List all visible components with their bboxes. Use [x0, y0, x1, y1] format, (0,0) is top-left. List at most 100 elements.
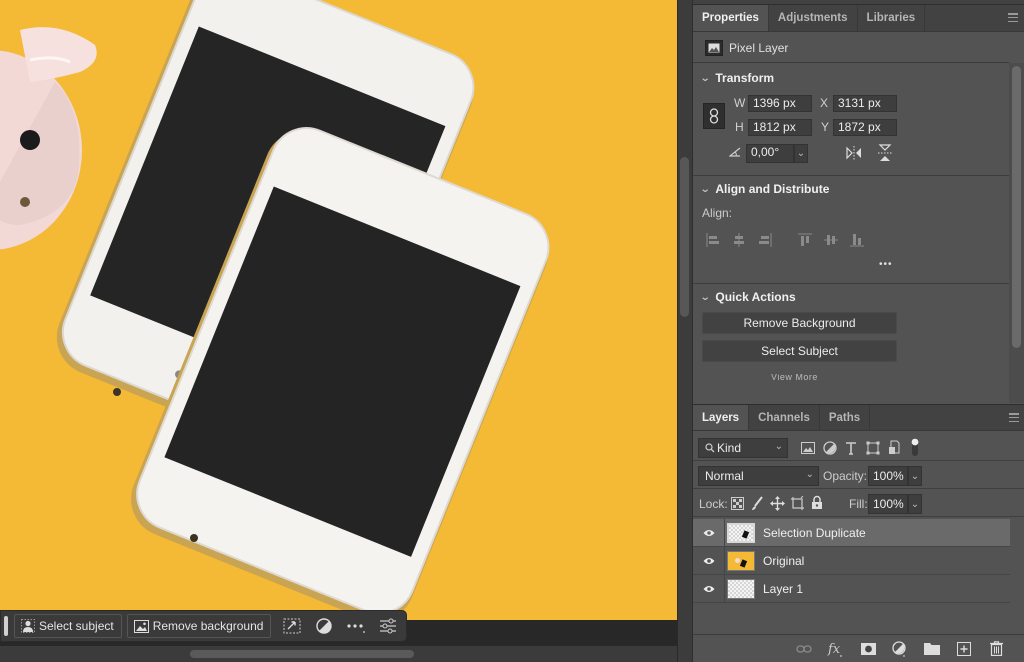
fill-dropdown-button[interactable]: ⌄	[908, 494, 922, 514]
opacity-field[interactable]: 100%	[868, 466, 908, 486]
lock-image-pixels-icon[interactable]	[751, 496, 763, 511]
link-dimensions-button[interactable]	[703, 103, 725, 129]
link-layers-button[interactable]	[795, 640, 813, 658]
adjustment-layer-icon	[892, 640, 906, 657]
more-options-icon	[347, 624, 366, 633]
link-layers-icon	[796, 644, 812, 653]
width-field[interactable]: 1396 px	[748, 95, 812, 112]
transform-selection-icon	[283, 618, 301, 634]
tab-libraries[interactable]: Libraries	[858, 5, 926, 31]
vertical-scrollbar[interactable]	[677, 0, 692, 662]
more-options-button[interactable]	[340, 614, 372, 638]
layer-row[interactable]: Layer 1	[693, 575, 1010, 603]
y-field[interactable]: 1872 px	[833, 119, 897, 136]
filter-shape-icon[interactable]	[866, 441, 880, 455]
quick-actions-section: ⌄ Quick Actions Remove Background Select…	[693, 286, 1009, 403]
blend-row: Normal ⌄ Opacity: 100% ⌄	[693, 462, 1024, 489]
layer-row[interactable]: Original	[693, 547, 1010, 575]
x-field[interactable]: 3131 px	[833, 95, 897, 112]
tab-layers[interactable]: Layers	[693, 405, 750, 430]
person-icon	[21, 619, 35, 633]
taskbar-settings-button[interactable]	[372, 614, 404, 638]
filter-pixel-icon[interactable]	[801, 442, 815, 454]
quick-actions-header[interactable]: ⌄ Quick Actions	[693, 286, 1009, 308]
chevron-down-icon: ⌄	[774, 441, 783, 452]
chevron-down-icon: ⌄	[699, 183, 711, 195]
view-more-link[interactable]: View More	[771, 374, 818, 380]
select-subject-qa-button[interactable]: Select Subject	[702, 340, 897, 362]
tab-properties[interactable]: Properties	[693, 5, 769, 31]
filter-adjustment-icon[interactable]	[823, 441, 837, 455]
remove-background-button[interactable]: Remove background	[126, 614, 272, 638]
flip-horizontal-icon[interactable]	[845, 146, 863, 160]
lock-position-icon[interactable]	[770, 496, 785, 511]
align-vertical-center-icon[interactable]	[823, 232, 849, 248]
visibility-toggle[interactable]	[693, 575, 725, 602]
transform-title: Transform	[715, 71, 775, 85]
visibility-toggle[interactable]	[693, 547, 725, 574]
height-label: H	[735, 120, 744, 134]
new-layer-button[interactable]	[955, 640, 973, 658]
angle-field[interactable]: 0,00°	[746, 144, 794, 163]
layer-style-button[interactable]: fx	[827, 640, 845, 658]
layers-panel: Layers Channels Paths Kind ⌄ Normal ⌄ Op…	[693, 404, 1024, 662]
align-left-icon[interactable]	[705, 232, 731, 248]
angle-dropdown-button[interactable]: ⌄	[794, 144, 808, 163]
align-horizontal-center-icon[interactable]	[731, 232, 757, 248]
vertical-scrollbar-thumb[interactable]	[680, 157, 689, 317]
filter-kind-dropdown[interactable]: Kind ⌄	[698, 438, 788, 458]
add-mask-button[interactable]	[859, 640, 877, 658]
filter-smart-object-icon[interactable]	[888, 440, 900, 455]
more-align-options-button[interactable]: •••	[879, 259, 893, 270]
properties-scrollbar-thumb[interactable]	[1012, 66, 1021, 348]
align-buttons	[705, 232, 875, 248]
lock-transparent-pixels-icon[interactable]	[731, 497, 744, 510]
adjustment-layer-button[interactable]	[891, 640, 909, 658]
remove-background-qa-button[interactable]: Remove Background	[702, 312, 897, 334]
height-field[interactable]: 1812 px	[748, 119, 812, 136]
lock-artboard-icon[interactable]	[790, 496, 805, 511]
adjustment-icon	[316, 618, 333, 634]
layers-menu-icon[interactable]	[1009, 413, 1019, 422]
taskbar-drag-handle[interactable]	[4, 616, 8, 636]
layer-name: Layer 1	[763, 581, 804, 596]
align-right-icon[interactable]	[757, 232, 797, 248]
layer-row[interactable]: Selection Duplicate	[693, 519, 1010, 547]
filter-kind-label: Kind	[717, 441, 742, 455]
layer-thumbnail	[727, 550, 755, 571]
lock-all-icon[interactable]	[811, 495, 823, 510]
transform-selection-button[interactable]	[276, 614, 308, 638]
filter-type-icon[interactable]	[845, 441, 857, 455]
opacity-dropdown-button[interactable]: ⌄	[908, 466, 922, 486]
filter-toggle-icon[interactable]	[911, 437, 919, 457]
horizontal-scrollbar-thumb[interactable]	[190, 650, 414, 658]
new-group-button[interactable]	[923, 640, 941, 658]
blend-mode-dropdown[interactable]: Normal ⌄	[698, 466, 819, 486]
align-top-icon[interactable]	[797, 232, 823, 248]
image-icon	[133, 619, 149, 633]
visibility-toggle[interactable]	[693, 519, 725, 546]
flip-vertical-icon[interactable]	[878, 144, 892, 162]
transform-section: ⌄ Transform W 1396 px X 3131 px H 1812 p…	[693, 67, 1009, 176]
adjustment-button[interactable]	[308, 614, 340, 638]
tab-channels[interactable]: Channels	[749, 405, 820, 430]
tab-adjustments[interactable]: Adjustments	[769, 5, 858, 31]
opacity-label: Opacity:	[823, 469, 868, 483]
select-subject-button[interactable]: Select subject	[14, 614, 122, 638]
fill-field[interactable]: 100%	[868, 494, 908, 514]
align-label: Align:	[702, 206, 733, 220]
tab-paths[interactable]: Paths	[820, 405, 871, 430]
panel-menu-icon[interactable]	[1008, 13, 1018, 22]
quick-actions-title: Quick Actions	[715, 290, 796, 304]
align-header[interactable]: ⌄ Align and Distribute	[693, 178, 1009, 200]
align-bottom-icon[interactable]	[849, 232, 875, 248]
delete-layer-button[interactable]	[987, 640, 1005, 658]
piggy-bank	[0, 27, 97, 250]
transform-header[interactable]: ⌄ Transform	[693, 67, 1009, 89]
layer-name: Original	[763, 553, 805, 568]
canvas-image	[0, 0, 550, 620]
chevron-down-icon: ⌄	[699, 291, 711, 303]
folder-icon	[924, 643, 940, 655]
document-canvas[interactable]	[0, 0, 677, 620]
properties-tabbar: Properties Adjustments Libraries	[693, 5, 1024, 32]
